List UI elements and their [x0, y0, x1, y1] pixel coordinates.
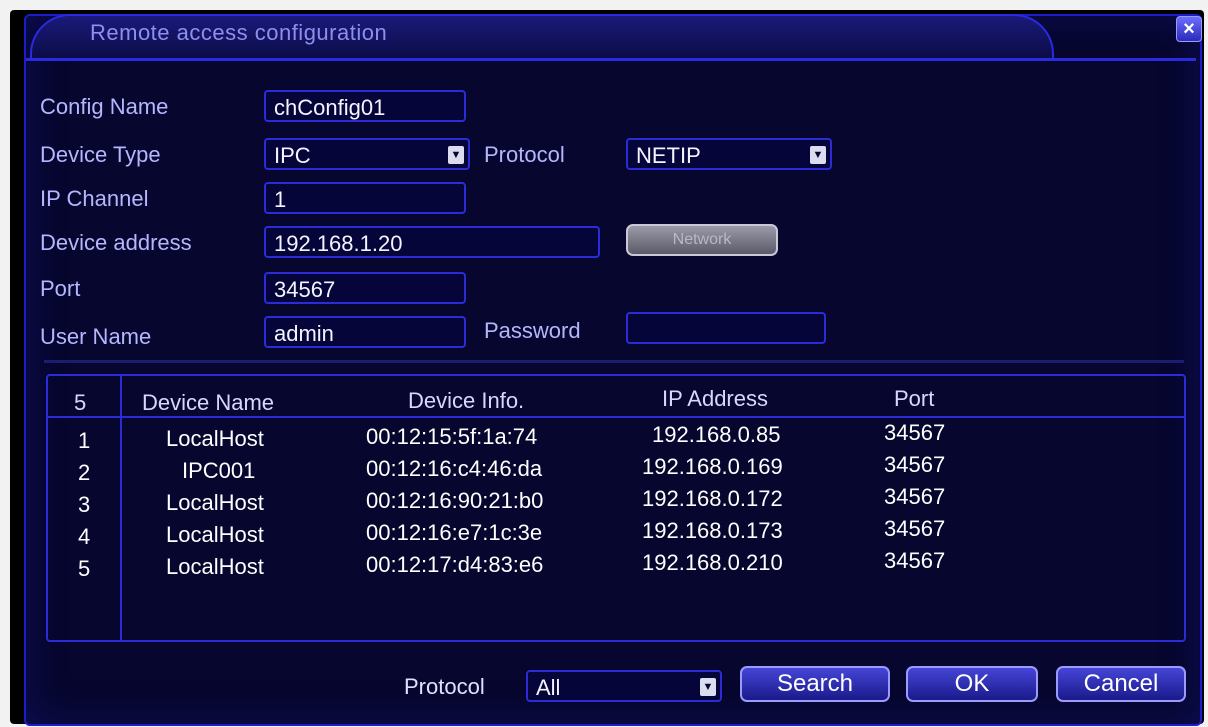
row-device-name: LocalHost	[166, 522, 264, 547]
row-device-name: LocalHost	[166, 490, 264, 515]
row-port: 34567	[884, 516, 946, 541]
row-ip-address: 192.168.0.173	[642, 518, 783, 543]
header-ip-address: IP Address	[662, 386, 768, 411]
config-name-label: Config Name	[40, 94, 169, 119]
user-name-input[interactable]: admin	[264, 316, 466, 348]
row-device-info: 00:12:16:c4:46:da	[366, 456, 543, 481]
row-index: 1	[78, 428, 91, 453]
row-index: 3	[78, 492, 91, 517]
title-divider	[26, 58, 1196, 61]
header-device-name: Device Name	[142, 390, 275, 415]
chevron-down-icon[interactable]: ▼	[810, 146, 826, 164]
row-device-info: 00:12:15:5f:1a:74	[366, 424, 538, 449]
row-port: 34567	[884, 420, 946, 445]
config-name-input[interactable]: chConfig01	[264, 90, 466, 122]
header-divider	[48, 416, 1184, 418]
protocol-value: NETIP	[636, 143, 701, 168]
device-address-input[interactable]: 192.168.1.20	[264, 226, 600, 258]
password-label: Password	[484, 318, 581, 343]
search-button[interactable]: Search	[740, 666, 890, 702]
cancel-button[interactable]: Cancel	[1056, 666, 1186, 702]
row-port: 34567	[884, 452, 946, 477]
row-port: 34567	[884, 548, 946, 573]
row-port: 34567	[884, 484, 946, 509]
section-divider	[44, 360, 1184, 363]
row-device-name: LocalHost	[166, 426, 264, 451]
protocol-select[interactable]: NETIP ▼	[626, 138, 832, 170]
port-input[interactable]: 34567	[264, 272, 466, 304]
chevron-down-icon[interactable]: ▼	[448, 146, 464, 164]
row-index: 4	[78, 524, 91, 549]
row-device-name: LocalHost	[166, 554, 264, 579]
row-index: 2	[78, 460, 91, 485]
ip-channel-input[interactable]: 1	[264, 182, 466, 214]
row-ip-address: 192.168.0.169	[642, 454, 783, 479]
header-count: 5	[74, 390, 87, 415]
device-type-label: Device Type	[40, 142, 161, 167]
header-port: Port	[894, 386, 935, 411]
chevron-down-icon[interactable]: ▼	[700, 678, 716, 696]
header-device-info: Device Info.	[408, 388, 525, 413]
row-ip-address: 192.168.0.210	[642, 550, 783, 575]
row-ip-address: 192.168.0.172	[642, 486, 783, 511]
network-button[interactable]: Network	[626, 224, 778, 256]
footer-protocol-value: All	[536, 675, 561, 700]
row-device-name: IPC001	[182, 458, 256, 483]
protocol-label: Protocol	[484, 142, 565, 167]
footer-protocol-label: Protocol	[404, 674, 485, 699]
row-index: 5	[78, 556, 91, 581]
device-type-value: IPC	[274, 143, 311, 168]
port-label: Port	[40, 276, 81, 301]
device-address-label: Device address	[40, 230, 192, 255]
footer-protocol-select[interactable]: All ▼	[526, 670, 722, 702]
row-device-info: 00:12:17:d4:83:e6	[366, 552, 544, 577]
ip-channel-label: IP Channel	[40, 186, 149, 211]
dialog-title: Remote access configuration	[90, 20, 388, 45]
row-ip-address: 192.168.0.85	[652, 422, 781, 447]
row-device-info: 00:12:16:e7:1c:3e	[366, 520, 543, 545]
password-input[interactable]	[626, 312, 826, 344]
user-name-label: User Name	[40, 324, 152, 349]
row-device-info: 00:12:16:90:21:b0	[366, 488, 544, 513]
device-list-table[interactable]: 5 Device Name Device Info. IP Address Po…	[46, 374, 1186, 642]
close-button[interactable]: ×	[1176, 16, 1202, 42]
ok-button[interactable]: OK	[906, 666, 1038, 702]
device-type-select[interactable]: IPC ▼	[264, 138, 470, 170]
